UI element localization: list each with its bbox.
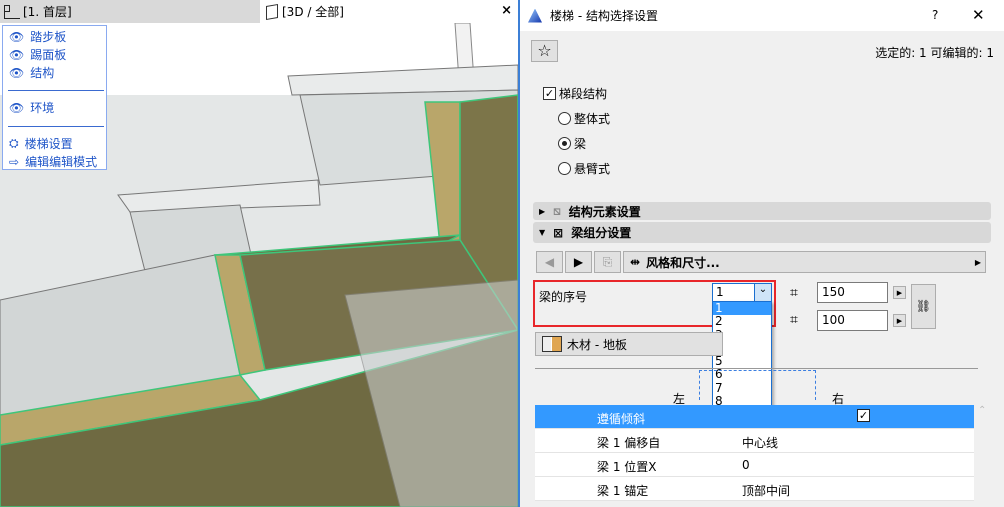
beam-component-icon: ⊠ [553, 225, 564, 240]
table-row[interactable]: 梁 1 位置X 0 [535, 453, 974, 477]
radio-selected-icon [558, 137, 571, 150]
radio-cantilever[interactable]: 悬臂式 [558, 160, 610, 177]
divider [535, 368, 978, 369]
beam-index-option[interactable]: 1 [713, 301, 771, 316]
close-tab-button[interactable]: × [501, 3, 512, 18]
divider [8, 90, 104, 91]
tab-3d[interactable]: [3D / 全部] × [260, 0, 518, 23]
star-icon: ☆ [537, 41, 552, 60]
stair-style-icon: ⇹ [630, 255, 641, 269]
beam-width-input[interactable]: 150 [817, 282, 888, 303]
link-toggle-button[interactable]: ⛓ [911, 284, 936, 329]
eye-icon: 👁 [9, 47, 25, 62]
beam-index-option[interactable]: 5 [713, 355, 771, 368]
material-swatch-icon [542, 336, 562, 352]
exit-icon: ⇨ [9, 154, 20, 169]
radio-icon [558, 162, 571, 175]
close-button[interactable]: ✕ [972, 6, 985, 24]
menu-item-stair-settings[interactable]: ⛭ 楼梯设置 [9, 135, 73, 152]
help-button[interactable]: ? [932, 8, 938, 22]
favorites-button[interactable]: ☆ [531, 40, 558, 62]
next-button[interactable]: ▶ [565, 251, 592, 273]
eye-icon: 👁 [9, 100, 25, 115]
menu-item-environment[interactable]: 👁 环境 [9, 99, 54, 116]
tab-floor-plan-label: [1. 首层] [23, 5, 72, 19]
structure-settings-dialog: 楼梯 - 结构选择设置 ? ✕ ☆ 选定的: 1 可编辑的: 1 ✓ 梯段结构 … [518, 0, 1004, 507]
flight-structure-checkbox[interactable]: ✓ 梯段结构 [543, 85, 607, 102]
title-bar: 楼梯 - 结构选择设置 ? ✕ [520, 0, 1004, 31]
transfer-button[interactable]: ⎘ [594, 251, 621, 273]
table-row[interactable]: 梁 1 锚定 顶部中间 [535, 477, 974, 501]
selection-status: 选定的: 1 可编辑的: 1 [875, 46, 994, 60]
width-arrow-button[interactable]: ▶ [893, 286, 906, 299]
3d-viewport[interactable]: [1. 首层] [3D / 全部] × 👁 踏步板 👁 踢面板 👁 结构 👁 环境 ⛭ 楼… [0, 0, 518, 507]
cube-icon [266, 3, 278, 20]
section-beam-components[interactable]: ▼ ⊠ 梁组分设置 [533, 222, 991, 243]
material-button[interactable]: 木材 - 地板 [535, 332, 723, 356]
eye-icon: 👁 [9, 29, 25, 44]
triangle-right-icon: ▶ [974, 257, 981, 267]
radio-icon [558, 112, 571, 125]
follow-slope-checkbox[interactable]: ✓ [857, 409, 870, 422]
beam-index-label: 梁的序号 [539, 290, 588, 304]
previous-button[interactable]: ◀ [536, 251, 563, 273]
flight-structure-label: 梯段结构 [559, 87, 608, 101]
tab-floor-plan[interactable]: [1. 首层] [0, 0, 260, 23]
style-dimensions-dropdown[interactable]: ⇹ 风格和尺寸... ▶ [623, 251, 986, 273]
section-structure-elements[interactable]: ▶ ⧅ 结构元素设置 [533, 202, 991, 220]
table-row[interactable]: 遵循倾斜 ✓ [535, 405, 974, 429]
stair-app-icon [528, 8, 542, 23]
dialog-title: 楼梯 - 结构选择设置 [550, 9, 658, 23]
menu-item-tread[interactable]: 👁 踏步板 [9, 28, 66, 45]
eye-icon: 👁 [9, 65, 25, 80]
height-icon: ⌗ [790, 312, 798, 328]
stair-settings-icon: ⛭ [9, 136, 19, 150]
beam-index-option[interactable]: 2 [713, 315, 771, 328]
radio-monolithic[interactable]: 整体式 [558, 110, 610, 127]
beam-height-input[interactable]: 100 [817, 310, 888, 331]
chevron-down-icon: ⌄ [754, 284, 771, 301]
radio-beam[interactable]: 梁 [558, 135, 586, 152]
menu-item-structure[interactable]: 👁 结构 [9, 64, 54, 81]
transfer-icon: ⎘ [602, 255, 613, 269]
structure-icon: ⧅ [553, 203, 561, 218]
chain-link-icon: ⛓ [915, 299, 932, 313]
menu-item-riser[interactable]: 👁 踢面板 [9, 46, 66, 63]
width-icon: ⌗ [790, 285, 798, 301]
height-arrow-button[interactable]: ▶ [893, 314, 906, 327]
floor-plan-icon [4, 4, 20, 19]
stair-edit-menu: 👁 踏步板 👁 踢面板 👁 结构 👁 环境 ⛭ 楼梯设置 ⇨ 编辑编辑模式 [2, 25, 107, 170]
beam-position-diagram [699, 370, 816, 400]
divider [8, 126, 104, 127]
scroll-up-icon[interactable]: ⌃ [978, 405, 986, 416]
arrow-left-icon: ◀ [544, 255, 555, 269]
arrow-right-icon: ▶ [573, 255, 584, 269]
checkbox-checked-icon: ✓ [543, 87, 556, 100]
beam-index-select[interactable]: 1 ⌄ [712, 283, 772, 302]
tab-3d-label: [3D / 全部] [282, 5, 344, 19]
menu-item-exit-edit-mode[interactable]: ⇨ 编辑编辑模式 [9, 153, 97, 170]
triangle-right-icon: ▶ [539, 206, 546, 216]
triangle-down-icon: ▼ [539, 228, 546, 237]
table-row[interactable]: 梁 1 偏移自 中心线 [535, 429, 974, 453]
